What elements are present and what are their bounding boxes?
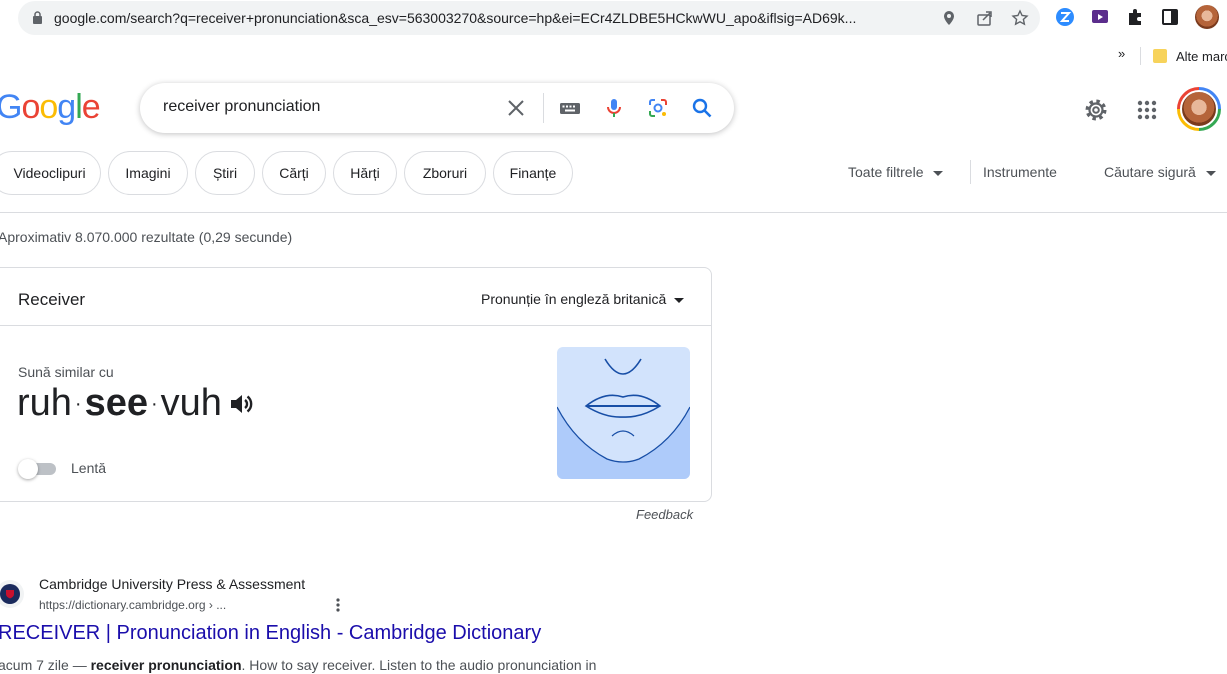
feedback-link[interactable]: Feedback bbox=[636, 507, 693, 522]
video-extension-icon[interactable] bbox=[1090, 7, 1110, 27]
header-divider bbox=[0, 212, 1227, 213]
microphone-icon[interactable] bbox=[603, 97, 625, 119]
snippet-highlight: receiver pronunciation bbox=[90, 657, 242, 673]
chip-label: Zboruri bbox=[422, 165, 468, 181]
chip-label: Videoclipuri bbox=[13, 165, 86, 181]
extensions-puzzle-icon[interactable] bbox=[1125, 7, 1145, 27]
folder-icon bbox=[1153, 49, 1167, 63]
logo-letter: G bbox=[0, 88, 22, 126]
syllable: vuh bbox=[160, 382, 222, 424]
result-site-name[interactable]: Cambridge University Press & Assessment bbox=[39, 576, 305, 592]
bookmarks-overflow-button[interactable]: » bbox=[1118, 46, 1125, 61]
syllable-separator: · bbox=[151, 393, 158, 415]
chip-label: Știri bbox=[212, 165, 238, 181]
result-snippet: acum 7 zile — receiver pronunciation. Ho… bbox=[0, 657, 596, 673]
chip-books[interactable]: Cărți bbox=[262, 151, 326, 195]
address-bar[interactable]: google.com/search?q=receiver+pronunciati… bbox=[18, 1, 1040, 35]
logo-letter: g bbox=[57, 88, 76, 126]
safe-search-label: Căutare sigură bbox=[1104, 164, 1196, 180]
syllable: ruh bbox=[17, 382, 72, 424]
chevron-down-icon bbox=[933, 170, 944, 176]
all-filters-dropdown[interactable]: Toate filtrele bbox=[848, 164, 944, 180]
lock-icon bbox=[33, 11, 42, 24]
chip-maps[interactable]: Hărți bbox=[333, 151, 397, 195]
search-box[interactable]: receiver pronunciation bbox=[140, 83, 734, 133]
speaker-icon[interactable] bbox=[228, 390, 256, 418]
syllable-separator: · bbox=[74, 393, 82, 415]
tools-divider bbox=[970, 160, 971, 184]
zoom-extension-icon[interactable] bbox=[1055, 7, 1075, 27]
mouth-illustration bbox=[557, 347, 690, 479]
chevron-down-icon bbox=[1205, 170, 1216, 176]
browser-toolbar: google.com/search?q=receiver+pronunciati… bbox=[0, 0, 1227, 36]
result-stats: Aproximativ 8.070.000 rezultate (0,29 se… bbox=[0, 229, 293, 245]
logo-letter: e bbox=[81, 88, 101, 126]
search-icon[interactable] bbox=[691, 97, 713, 119]
share-icon[interactable] bbox=[976, 9, 994, 27]
logo-letter: o bbox=[21, 88, 40, 126]
clear-icon[interactable] bbox=[505, 97, 527, 119]
snippet-date: acum 7 zile — bbox=[0, 657, 91, 673]
chip-label: Hărți bbox=[350, 165, 380, 181]
chip-label: Cărți bbox=[279, 165, 309, 181]
chip-label: Finanțe bbox=[509, 165, 557, 181]
chip-label: Imagini bbox=[125, 165, 171, 181]
chip-images[interactable]: Imagini bbox=[108, 151, 188, 195]
safe-search-dropdown[interactable]: Căutare sigură bbox=[1104, 164, 1216, 180]
search-input[interactable]: receiver pronunciation bbox=[163, 98, 320, 116]
bookmark-star-icon[interactable] bbox=[1011, 9, 1029, 27]
keyboard-icon[interactable] bbox=[559, 97, 581, 119]
slow-label: Lentă bbox=[71, 460, 107, 476]
location-icon[interactable] bbox=[940, 9, 958, 27]
logo-letter: o bbox=[39, 88, 58, 126]
avatar-photo bbox=[1180, 90, 1218, 128]
phonetic-spelling: ruh · see · vuh bbox=[17, 382, 256, 425]
chip-finance[interactable]: Finanțe bbox=[493, 151, 573, 195]
shield-icon bbox=[0, 584, 20, 604]
chip-news[interactable]: Știri bbox=[195, 151, 255, 195]
slow-toggle[interactable] bbox=[18, 459, 58, 479]
settings-gear-icon[interactable] bbox=[1084, 98, 1108, 122]
bookmarks-divider bbox=[1140, 47, 1141, 65]
profile-avatar[interactable] bbox=[1195, 5, 1219, 29]
card-divider bbox=[0, 325, 711, 326]
result-title-link[interactable]: RECEIVER | Pronunciation in English - Ca… bbox=[0, 622, 541, 645]
chevron-down-icon bbox=[674, 297, 685, 303]
card-title: Receiver bbox=[18, 290, 86, 309]
side-panel-icon[interactable] bbox=[1160, 7, 1180, 27]
chip-flights[interactable]: Zboruri bbox=[404, 151, 486, 195]
search-divider bbox=[543, 93, 544, 123]
cambridge-favicon[interactable] bbox=[0, 580, 24, 608]
toggle-knob bbox=[18, 459, 38, 479]
all-filters-label: Toate filtrele bbox=[848, 164, 924, 180]
more-options-icon[interactable] bbox=[332, 597, 344, 613]
url-text[interactable]: google.com/search?q=receiver+pronunciati… bbox=[54, 10, 924, 26]
account-avatar[interactable] bbox=[1177, 87, 1221, 131]
dialect-label: Pronunție în engleză britanică bbox=[481, 291, 667, 307]
result-url[interactable]: https://dictionary.cambridge.org › ... bbox=[39, 598, 226, 612]
google-logo[interactable]: Google bbox=[0, 88, 101, 127]
stressed-syllable: see bbox=[84, 382, 148, 424]
dialect-dropdown[interactable]: Pronunție în engleză britanică bbox=[481, 291, 685, 307]
bookmark-folder-other[interactable]: Alte marcaje bbox=[1176, 49, 1227, 64]
lens-icon[interactable] bbox=[647, 97, 669, 119]
pronunciation-card: Receiver Pronunție în engleză britanică … bbox=[0, 267, 712, 502]
tools-button[interactable]: Instrumente bbox=[983, 164, 1057, 180]
bookmarks-overflow-label: » bbox=[1118, 46, 1126, 61]
apps-grid-icon[interactable] bbox=[1135, 98, 1159, 122]
chip-videos[interactable]: Videoclipuri bbox=[0, 151, 101, 195]
sounds-like-label: Sună similar cu bbox=[18, 364, 114, 380]
snippet-text: . How to say receiver. Listen to the aud… bbox=[241, 657, 597, 673]
